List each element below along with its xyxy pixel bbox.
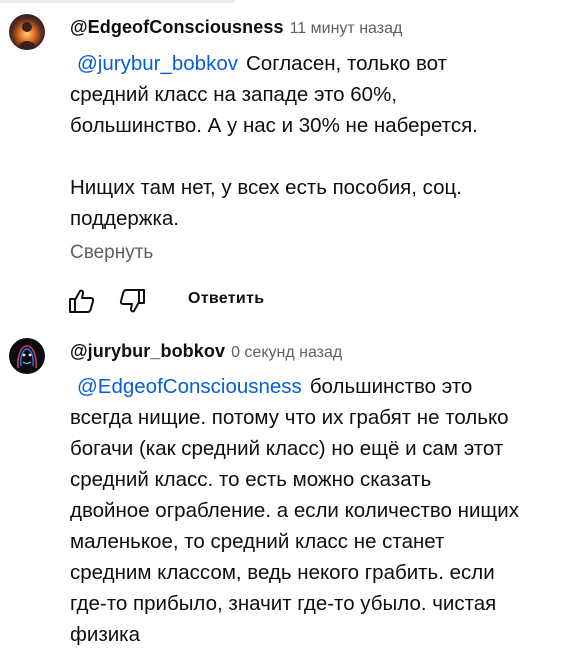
- comment-line: большинство это: [309, 375, 473, 398]
- author-name[interactable]: @EdgeofConsciousness: [70, 17, 284, 37]
- divider: [0, 0, 235, 3]
- author-name[interactable]: @jurybur_bobkov: [70, 341, 225, 361]
- thumbs-up-icon: [69, 289, 95, 313]
- avatar[interactable]: [9, 338, 45, 374]
- dislike-button[interactable]: [116, 285, 148, 317]
- comment-line: всегда нищие. потому что их грабят не то…: [70, 406, 509, 429]
- thumbs-down-icon: [119, 289, 145, 313]
- comment-line: богачи (как средний класс) но ещё и сам …: [70, 437, 504, 460]
- comment-line: средним классом, ведь некого грабить. ес…: [70, 561, 495, 584]
- comment-line: маленькое, то средний класс не станет: [70, 530, 445, 553]
- collapse-button[interactable]: Свернуть: [70, 242, 153, 264]
- comment-line: средний класс на западе это 60%,: [70, 83, 398, 106]
- comment-header: @jurybur_bobkov 0 секунд назад: [70, 341, 342, 362]
- comment-line: физика: [70, 623, 140, 646]
- comment-line: двойное ограбление. а если количество ни…: [70, 499, 519, 522]
- comment-line: Согласен, только вот: [245, 52, 447, 75]
- comment-line: средний класс. то есть можно сказать: [70, 468, 432, 491]
- comment-header: @EdgeofConsciousness 11 минут назад: [70, 17, 402, 38]
- like-button[interactable]: [66, 285, 98, 317]
- mention-link[interactable]: @jurybur_bobkov: [77, 52, 238, 75]
- comment-text: @jurybur_bobkov Согласен, только вот сред…: [70, 48, 560, 234]
- avatar[interactable]: [9, 14, 45, 50]
- comment-line: поддержка.: [70, 207, 180, 230]
- reply-button[interactable]: Ответить: [188, 290, 264, 308]
- timestamp[interactable]: 11 минут назад: [290, 20, 403, 37]
- comment-line: где-то прибыло, значит где-то убыло. чис…: [70, 592, 497, 615]
- comment-line: большинство. А у нас и 30% не наберется.: [70, 114, 478, 137]
- timestamp[interactable]: 0 секунд назад: [231, 344, 342, 361]
- mention-link[interactable]: @EdgeofConsciousness: [77, 375, 302, 398]
- comment-line: Нищих там нет, у всех есть пособия, соц.: [70, 176, 462, 199]
- comment-text: @EdgeofConsciousness большинство это всег…: [70, 371, 560, 650]
